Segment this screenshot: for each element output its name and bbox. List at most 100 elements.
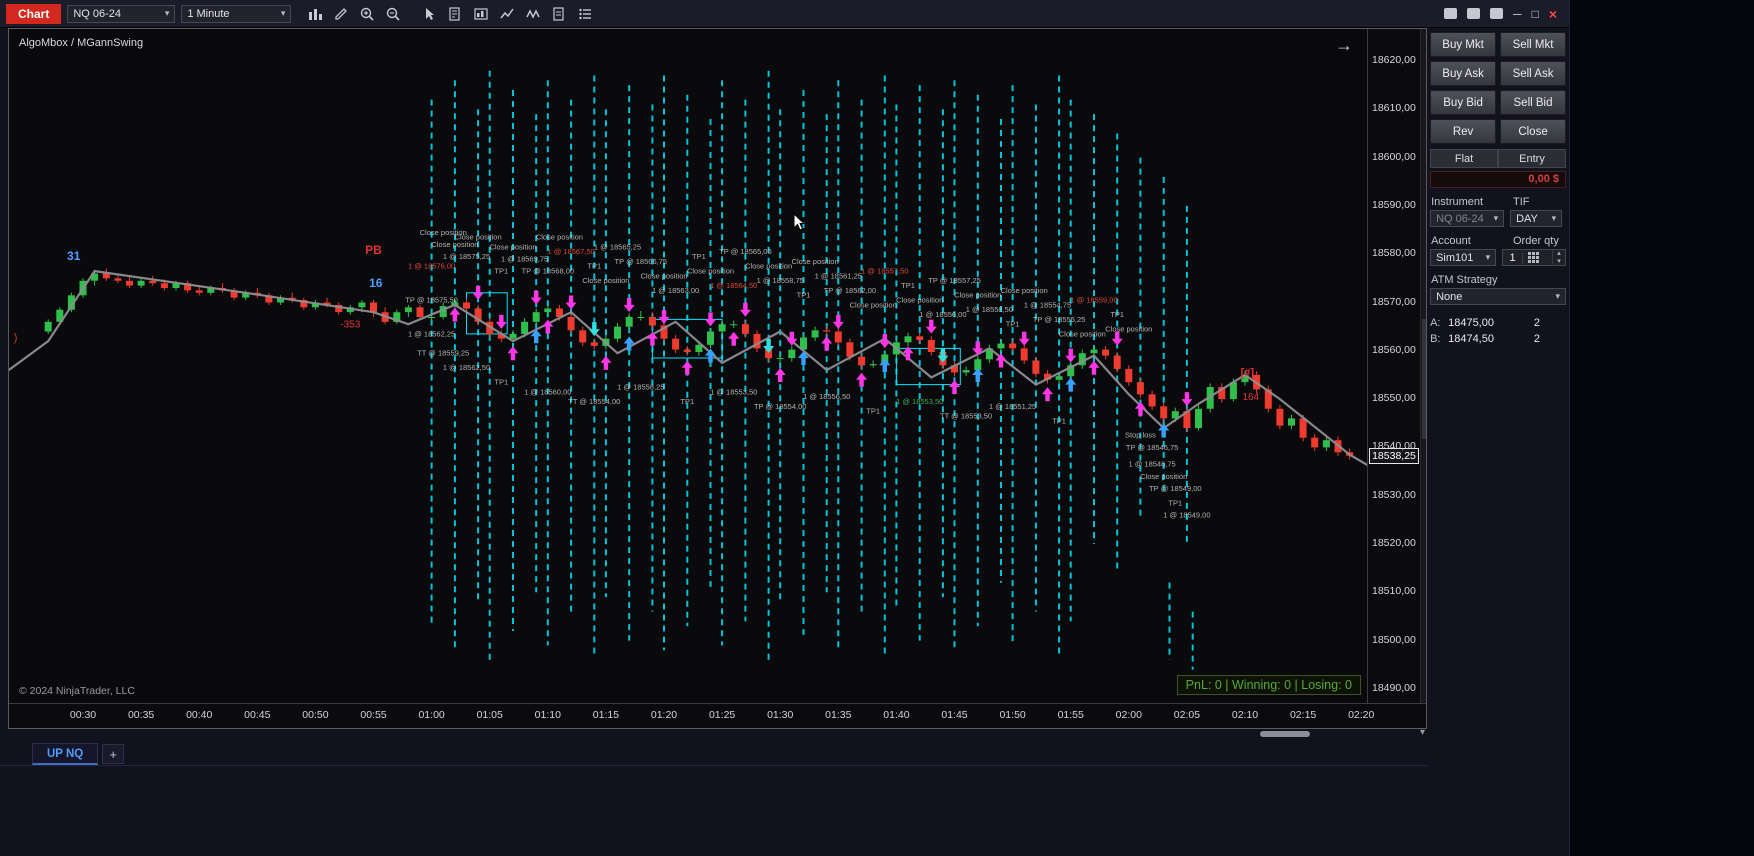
flat-button[interactable]: Flat — [1430, 149, 1499, 168]
time-axis[interactable]: 00:30 00:35 00:40 00:45 00:50 00:55 01:00 01:05… — [9, 703, 1426, 728]
svg-text:1 @ 18556,00: 1 @ 18556,00 — [919, 310, 966, 319]
svg-text:1 @ 18569,75: 1 @ 18569,75 — [501, 254, 548, 263]
price-axis-label: 18520,00 — [1372, 537, 1416, 549]
order-qty-input[interactable]: 1 — [1503, 251, 1524, 264]
chart-column: 1 @ 18576,00 TP @ 18575,50 1 @ 18562,25 TT … — [0, 28, 1428, 766]
price-axis-label: 18610,00 — [1372, 102, 1416, 115]
price-axis[interactable]: 18538,25 18620,00 18610,00 18600,00 18590,0… — [1367, 29, 1420, 703]
maximize-button[interactable]: □ — [1532, 8, 1539, 20]
zoom-in-icon[interactable] — [355, 3, 379, 25]
time-axis-label: 01:35 — [825, 709, 852, 721]
price-axis-label: 18620,00 — [1372, 54, 1416, 66]
minimize-button[interactable]: ─ — [1513, 8, 1522, 20]
vertical-scrollbar[interactable] — [1420, 29, 1426, 703]
strategies-icon[interactable] — [521, 3, 545, 25]
chart-trader-icon[interactable] — [469, 3, 493, 25]
rev-button[interactable]: Rev — [1430, 119, 1497, 144]
panel-instrument-select[interactable]: NQ 06-24 ▾ — [1430, 210, 1505, 227]
interval-link-icon[interactable] — [1467, 8, 1481, 19]
svg-text:16: 16 — [369, 276, 383, 290]
svg-text:TP1: TP1 — [494, 267, 508, 276]
qty-grid-icon[interactable] — [1523, 252, 1543, 263]
buy-ask-button[interactable]: Buy Ask — [1430, 61, 1497, 86]
atm-range-lines — [430, 70, 1194, 670]
svg-text:TP1: TP1 — [1006, 320, 1020, 329]
svg-text:Close position: Close position — [745, 262, 792, 271]
qty-decrement-icon[interactable]: ▾ — [1553, 258, 1565, 266]
account-select[interactable]: Sim101 ▾ — [1430, 249, 1497, 266]
entry-button[interactable]: Entry — [1498, 149, 1566, 168]
time-axis-label: 00:40 — [186, 709, 213, 721]
svg-text:TP @ 18557,25: TP @ 18557,25 — [928, 276, 981, 285]
window-title-badge: Chart — [6, 3, 62, 24]
vertical-scrollbar-thumb[interactable] — [1422, 319, 1426, 439]
zoom-out-icon[interactable] — [381, 3, 405, 25]
time-axis-label: 02:00 — [1115, 709, 1142, 721]
instrument-select[interactable]: NQ 06-24 ▾ — [67, 4, 176, 23]
atm-strategy-value: None — [1436, 290, 1463, 303]
time-axis-label: 02:05 — [1173, 709, 1201, 721]
scroll-to-latest-icon[interactable]: → — [1335, 35, 1353, 56]
time-axis-label: 01:40 — [883, 709, 910, 721]
order-panel: Buy Mkt Sell Mkt Buy Ask Sell Ask Buy Bid Sel… — [1427, 28, 1569, 766]
instrument-label: Instrument — [1431, 196, 1484, 208]
svg-text:Close position: Close position — [536, 233, 583, 242]
add-tab-button[interactable]: + — [102, 744, 125, 764]
window-pin-icon[interactable] — [1490, 8, 1504, 19]
svg-text:1 @ 18567,50: 1 @ 18567,50 — [547, 247, 594, 256]
svg-text:1 @ 18557,50: 1 @ 18557,50 — [861, 267, 908, 276]
qty-increment-icon[interactable]: ▴ — [1553, 250, 1565, 258]
account-label: Account — [1431, 235, 1471, 247]
indicators-icon[interactable] — [495, 3, 519, 25]
report-icon[interactable] — [443, 3, 467, 25]
svg-text:TT @ 18553,50: TT @ 18553,50 — [940, 411, 992, 420]
quote-size: 2 — [1533, 333, 1540, 345]
time-axis-label: 01:45 — [941, 709, 968, 721]
time-axis-label: 01:55 — [1057, 709, 1084, 721]
chart-style-icon[interactable] — [303, 3, 327, 25]
chart-plot[interactable]: 1 @ 18576,00 TP @ 18575,50 1 @ 18562,25 TT … — [9, 29, 1367, 703]
interval-select[interactable]: 1 Minute ▾ — [181, 4, 292, 23]
time-axis-label: 00:55 — [360, 709, 387, 721]
sell-ask-button[interactable]: Sell Ask — [1500, 61, 1566, 86]
properties-icon[interactable] — [573, 3, 597, 25]
price-axis-label: 18580,00 — [1372, 247, 1416, 260]
time-axis-label: 01:10 — [534, 709, 561, 721]
svg-text:Close position: Close position — [1001, 286, 1048, 295]
close-button[interactable]: Close — [1500, 119, 1566, 144]
svg-text:1 @ 18575,25: 1 @ 18575,25 — [443, 252, 490, 261]
time-axis-label: 02:15 — [1289, 709, 1317, 721]
time-axis-label: 00:45 — [244, 709, 271, 721]
time-axis-label: 01:00 — [418, 709, 445, 721]
svg-text:1 @ 18558,25: 1 @ 18558,25 — [617, 382, 664, 391]
cursor-tool-icon[interactable] — [417, 3, 441, 25]
time-axis-label: 00:35 — [127, 709, 155, 721]
svg-text:TP1: TP1 — [797, 291, 811, 300]
order-qty-group: 1 ▴ ▾ — [1502, 249, 1566, 266]
svg-text:Close position: Close position — [582, 276, 629, 285]
indicator-label: AlgoMbox / MGannSwing — [19, 37, 144, 49]
chevron-down-icon: ▾ — [1493, 213, 1499, 223]
chart-canvas: 1 @ 18576,00 TP @ 18575,50 1 @ 18562,25 TT … — [9, 70, 1367, 670]
svg-text:TP @ 18562,00: TP @ 18562,00 — [824, 286, 877, 295]
sell-mkt-button[interactable]: Sell Mkt — [1500, 32, 1566, 57]
svg-text:Close position: Close position — [850, 300, 897, 309]
realized-pnl: 0,00 $ — [1430, 171, 1566, 188]
data-series-icon[interactable] — [547, 3, 571, 25]
svg-text:1 @ 18551,25: 1 @ 18551,25 — [989, 402, 1036, 411]
atm-strategy-select[interactable]: None ▾ — [1430, 288, 1566, 305]
svg-text:TP @ 18575,50: TP @ 18575,50 — [405, 296, 458, 305]
tab-up-nq[interactable]: UP NQ — [32, 743, 99, 765]
instrument-link-icon[interactable] — [1444, 8, 1458, 19]
draw-tool-icon[interactable] — [329, 3, 353, 25]
sell-bid-button[interactable]: Sell Bid — [1500, 90, 1566, 115]
scroll-corner-icon[interactable]: ▾ — [1420, 727, 1425, 738]
buy-mkt-button[interactable]: Buy Mkt — [1430, 32, 1497, 57]
buy-bid-button[interactable]: Buy Bid — [1430, 90, 1497, 115]
svg-text:Close position: Close position — [1140, 472, 1187, 481]
tif-select[interactable]: DAY ▾ — [1510, 210, 1563, 227]
time-axis-label: 01:25 — [708, 709, 736, 721]
horizontal-scrollbar-thumb[interactable] — [1260, 731, 1310, 737]
chevron-down-icon: ▾ — [280, 8, 286, 18]
close-button[interactable]: × — [1549, 7, 1557, 21]
